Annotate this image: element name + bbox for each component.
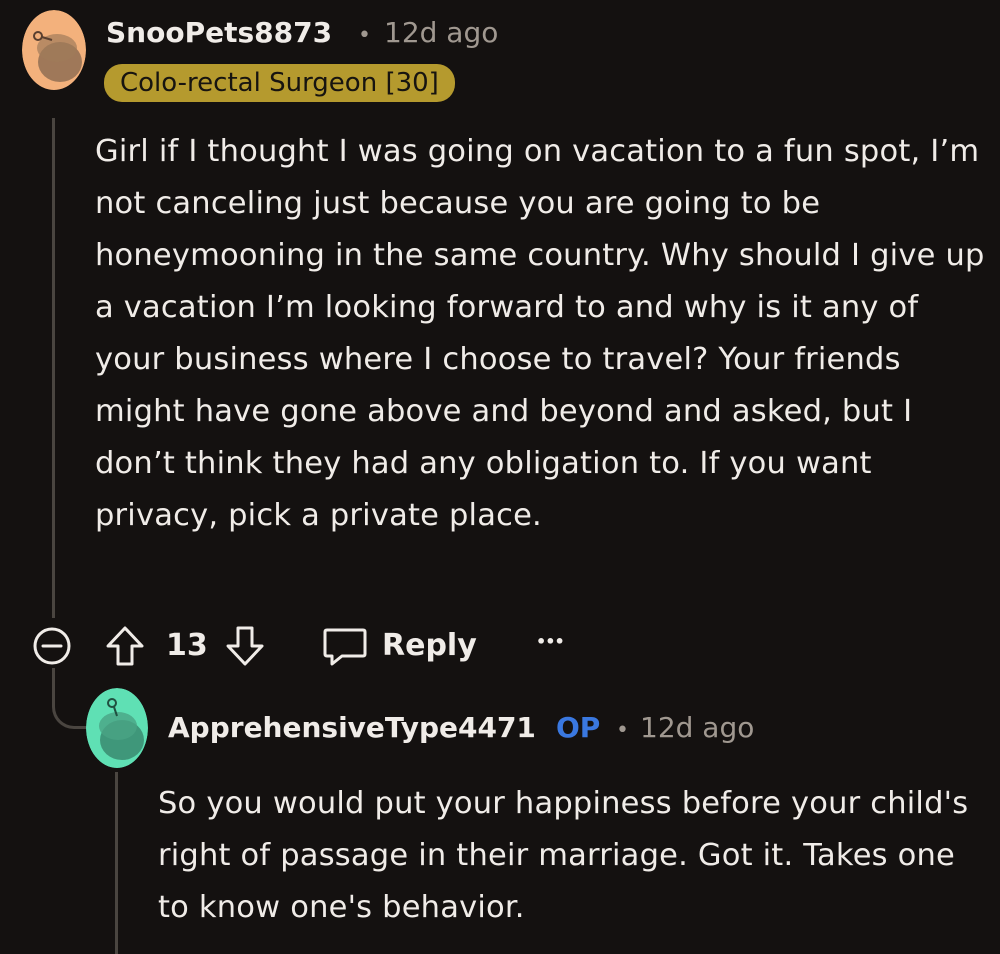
comment-timestamp: 12d ago — [384, 16, 499, 49]
comment-bubble-icon — [323, 628, 367, 666]
snoo-avatar-icon — [86, 688, 148, 768]
snoo-avatar-icon — [22, 10, 86, 90]
upvote-button[interactable] — [104, 624, 146, 668]
downvote-button[interactable] — [224, 624, 266, 668]
downvote-arrow-icon — [226, 626, 264, 666]
avatar[interactable] — [22, 10, 86, 90]
thread-line-reply — [115, 772, 118, 954]
op-badge: OP — [556, 711, 601, 744]
comment-body: Girl if I thought I was going on vacatio… — [95, 134, 985, 533]
avatar[interactable] — [86, 688, 148, 768]
reply-button[interactable]: Reply — [322, 622, 477, 670]
thread-line-main — [52, 118, 55, 618]
collapse-icon — [33, 627, 71, 665]
reply-username[interactable]: ApprehensiveType4471 — [168, 711, 536, 744]
more-options-icon: ••• — [536, 632, 565, 651]
collapse-button[interactable] — [32, 626, 72, 666]
vote-score: 13 — [166, 628, 208, 663]
reply-body: So you would put your happiness before y… — [158, 786, 969, 925]
upvote-arrow-icon — [106, 626, 144, 666]
more-options-button[interactable]: ••• — [536, 632, 572, 656]
user-flair: Colo-rectal Surgeon [30] — [104, 64, 455, 102]
reply-timestamp: 12d ago — [640, 711, 755, 744]
meta-separator: • — [358, 23, 371, 48]
reply-label: Reply — [382, 628, 477, 663]
meta-separator: • — [616, 718, 629, 743]
comment-username[interactable]: SnooPets8873 — [106, 16, 332, 49]
